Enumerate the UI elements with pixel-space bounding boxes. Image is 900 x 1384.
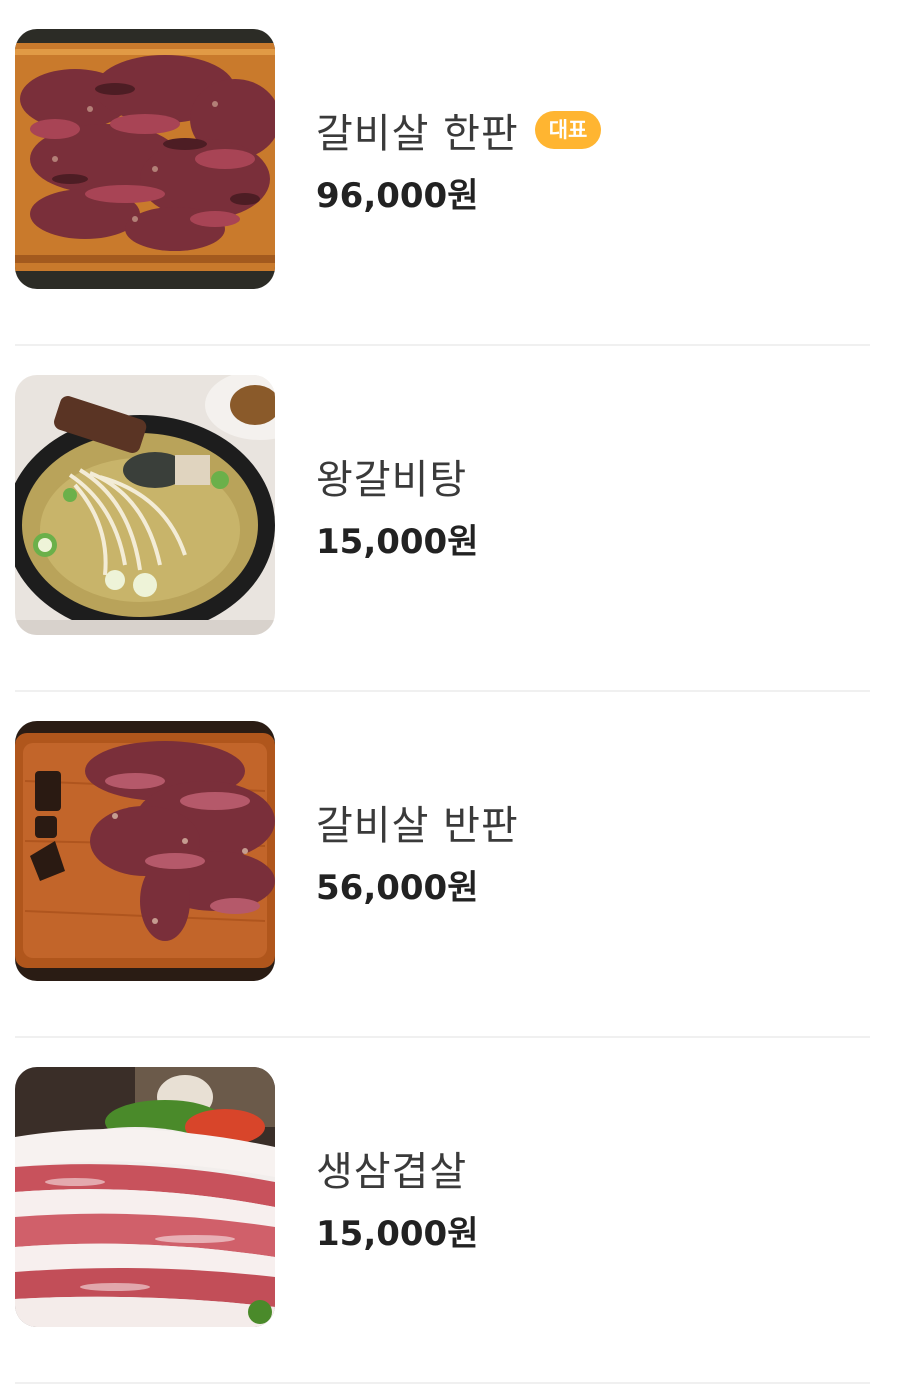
menu-item-wanggalbitang[interactable]: 왕갈비탕 15,000원 [0, 346, 900, 692]
signature-badge: 대표 [534, 111, 602, 149]
menu-item-name-row: 갈비살 한판 대표 [316, 100, 602, 160]
menu-item-price: 15,000원 [316, 1214, 479, 1254]
menu-item-image [15, 721, 275, 981]
menu-item-price: 56,000원 [316, 868, 479, 908]
menu-item-info: 갈비살 한판 대표 96,000원 [316, 100, 602, 217]
menu-item-saengsamgyeopsal[interactable]: 생삼겹살 15,000원 [0, 1038, 900, 1384]
menu-item-price: 15,000원 [316, 522, 479, 562]
galbitang-soup-bowl-icon [15, 375, 275, 635]
menu-item-name-row: 왕갈비탕 [316, 446, 478, 506]
menu-item-name: 갈비살 한판 [316, 111, 519, 157]
menu-item-info: 왕갈비탕 15,000원 [316, 446, 478, 563]
menu-list: 갈비살 한판 대표 96,000원 왕갈비탕 15,000원 갈비살 반판 56… [0, 0, 900, 1384]
menu-item-image [15, 375, 275, 635]
menu-item-image [15, 29, 275, 289]
menu-item-name-row: 갈비살 반판 [316, 792, 519, 852]
menu-item-name-row: 생삼겹살 [316, 1138, 478, 1198]
menu-item-info: 갈비살 반판 56,000원 [316, 792, 519, 909]
menu-item-image [15, 1067, 275, 1327]
menu-item-galbisal-banpan[interactable]: 갈비살 반판 56,000원 [0, 692, 900, 1038]
raw-pork-belly-plate-icon [15, 1067, 275, 1327]
rib-meat-wooden-board-icon [15, 721, 275, 981]
grilled-rib-meat-platter-icon [15, 29, 275, 289]
menu-item-name: 왕갈비탕 [316, 457, 468, 503]
menu-item-info: 생삼겹살 15,000원 [316, 1138, 478, 1255]
menu-item-price: 96,000원 [316, 176, 479, 216]
menu-item-name: 갈비살 반판 [316, 803, 519, 849]
menu-item-galbisal-hanpan[interactable]: 갈비살 한판 대표 96,000원 [0, 0, 900, 346]
menu-item-name: 생삼겹살 [316, 1149, 468, 1195]
